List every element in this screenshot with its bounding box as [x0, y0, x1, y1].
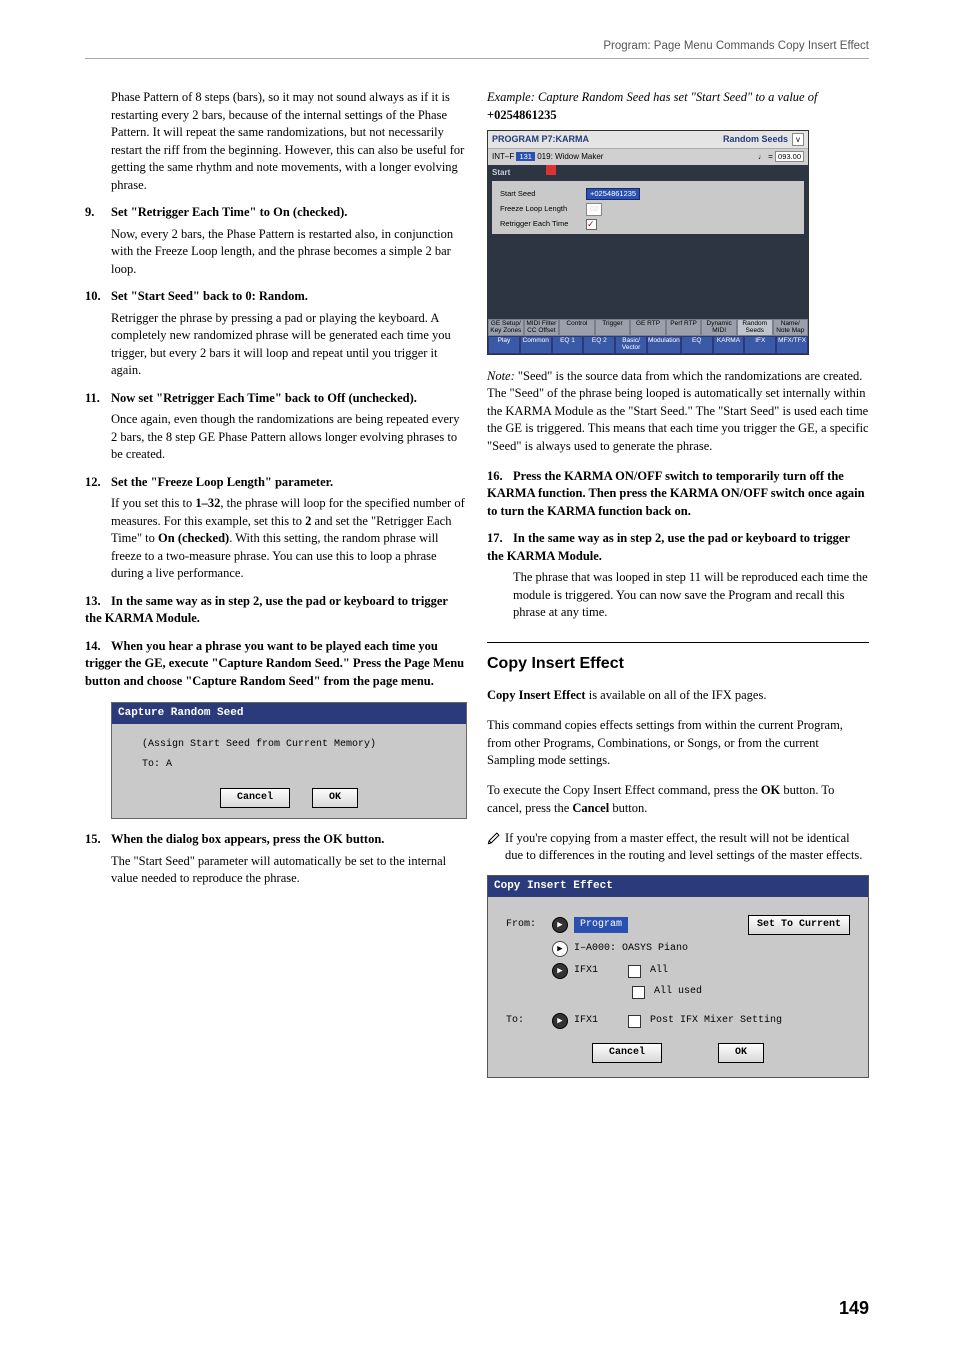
tab[interactable]: EQ: [681, 336, 713, 354]
dialog-title: Capture Random Seed: [112, 703, 466, 724]
section-heading: Copy Insert Effect: [487, 642, 869, 675]
step-16: 16.Press the KARMA ON/OFF switch to temp…: [487, 468, 869, 521]
set-to-current-button[interactable]: Set To Current: [748, 915, 850, 935]
tab[interactable]: MIDI Filter CC Offset: [524, 319, 560, 337]
step-14: 14.When you hear a phrase you want to be…: [85, 638, 467, 691]
paragraph: This command copies effects settings fro…: [487, 717, 869, 770]
page-number: 149: [839, 1296, 869, 1321]
step-13: 13.In the same way as in step 2, use the…: [85, 593, 467, 628]
capture-random-seed-dialog: Capture Random Seed (Assign Start Seed f…: [111, 702, 467, 819]
all-checkbox[interactable]: [628, 965, 641, 978]
post-ifx-checkbox[interactable]: [628, 1015, 641, 1028]
karma-ui-screenshot: PROGRAM P7:KARMA Random Seeds v INT–F 13…: [487, 130, 809, 355]
start-seed-label: Start Seed: [500, 189, 586, 200]
module-a-indicator: [546, 165, 556, 175]
paragraph: Phase Pattern of 8 steps (bars), so it m…: [111, 89, 467, 194]
ok-button[interactable]: OK: [718, 1043, 764, 1063]
paragraph: Copy Insert Effect is available on all o…: [487, 687, 869, 705]
dialog-title: Copy Insert Effect: [488, 876, 868, 897]
ok-button[interactable]: OK: [312, 788, 358, 808]
dialog-to-value: To: A: [142, 758, 456, 772]
retrigger-checkbox[interactable]: [586, 219, 597, 230]
tempo-value[interactable]: 093.00: [775, 151, 804, 162]
tab[interactable]: EQ 2: [583, 336, 615, 354]
warning-note: If you're copying from a master effect, …: [487, 830, 869, 865]
to-ifx-value: IFX1: [574, 1014, 598, 1028]
note-paragraph: Note: "Seed" is the source data from whi…: [487, 368, 869, 456]
ui-subtabs: GE Setup/ Key Zones MIDI Filter CC Offse…: [488, 319, 808, 337]
tab[interactable]: Name/ Note Map: [773, 319, 809, 337]
tab[interactable]: Common: [520, 336, 552, 354]
tab[interactable]: Control: [559, 319, 595, 337]
retrigger-label: Retrigger Each Time: [500, 219, 586, 230]
paragraph: To execute the Copy Insert Effect comman…: [487, 782, 869, 817]
copy-insert-effect-dialog: Copy Insert Effect From: ▶ Program Set T…: [487, 875, 869, 1078]
cancel-button[interactable]: Cancel: [220, 788, 290, 808]
tab[interactable]: GE RTP: [630, 319, 666, 337]
all-used-checkbox[interactable]: [632, 986, 645, 999]
tab[interactable]: Trigger: [595, 319, 631, 337]
tab[interactable]: KARMA: [713, 336, 745, 354]
tab[interactable]: Modulation: [647, 336, 681, 354]
bank-number[interactable]: 131: [516, 152, 535, 161]
tab[interactable]: Perf RTP: [666, 319, 702, 337]
step-11: 11.Now set "Retrigger Each Time" back to…: [85, 390, 467, 464]
start-seed-value[interactable]: +0254861235: [586, 188, 640, 201]
pencil-note-icon: [487, 831, 501, 845]
from-label: From:: [506, 918, 546, 932]
ui-title: PROGRAM P7:KARMA: [492, 133, 589, 146]
to-ifx-popup[interactable]: ▶: [552, 1013, 568, 1029]
from-mode-popup[interactable]: ▶: [552, 917, 568, 933]
ui-page-label: Random Seeds: [723, 133, 788, 146]
tab[interactable]: Basic/ Vector: [615, 336, 647, 354]
tab[interactable]: Dynamic MIDI: [701, 319, 737, 337]
step-15: 15.When the dialog box appears, press th…: [85, 831, 467, 888]
tab[interactable]: EQ 1: [552, 336, 584, 354]
step-17: 17.In the same way as in step 2, use the…: [487, 530, 869, 622]
example-caption: Example: Capture Random Seed has set "St…: [487, 89, 869, 124]
tab-selected[interactable]: Random Seeds: [737, 319, 773, 337]
menu-dropdown-icon[interactable]: v: [792, 133, 804, 146]
ui-maintabs: Play Common EQ 1 EQ 2 Basic/ Vector Modu…: [488, 336, 808, 354]
tab[interactable]: GE Setup/ Key Zones: [488, 319, 524, 337]
tab[interactable]: IFX: [744, 336, 776, 354]
from-bank-value: I–A000: OASYS Piano: [574, 942, 688, 956]
from-ifx-popup[interactable]: ▶: [552, 963, 568, 979]
dialog-subtitle: (Assign Start Seed from Current Memory): [142, 738, 456, 752]
to-label: To:: [506, 1014, 546, 1028]
step-9: 9.Set "Retrigger Each Time" to On (check…: [85, 204, 467, 278]
tab[interactable]: MFX/TFX: [776, 336, 808, 354]
freeze-loop-value[interactable]: 02: [586, 203, 602, 216]
step-12: 12.Set the "Freeze Loop Length" paramete…: [85, 474, 467, 583]
page-header: Program: Page Menu Commands Copy Insert …: [85, 30, 869, 59]
cancel-button[interactable]: Cancel: [592, 1043, 662, 1063]
from-ifx-value: IFX1: [574, 964, 598, 978]
from-mode-value[interactable]: Program: [574, 917, 628, 933]
step-10: 10.Set "Start Seed" back to 0: Random. R…: [85, 288, 467, 380]
freeze-loop-label: Freeze Loop Length: [500, 204, 586, 215]
from-bank-popup[interactable]: ▶: [552, 941, 568, 957]
panel-label: Start: [492, 167, 510, 178]
tab[interactable]: Play: [488, 336, 520, 354]
